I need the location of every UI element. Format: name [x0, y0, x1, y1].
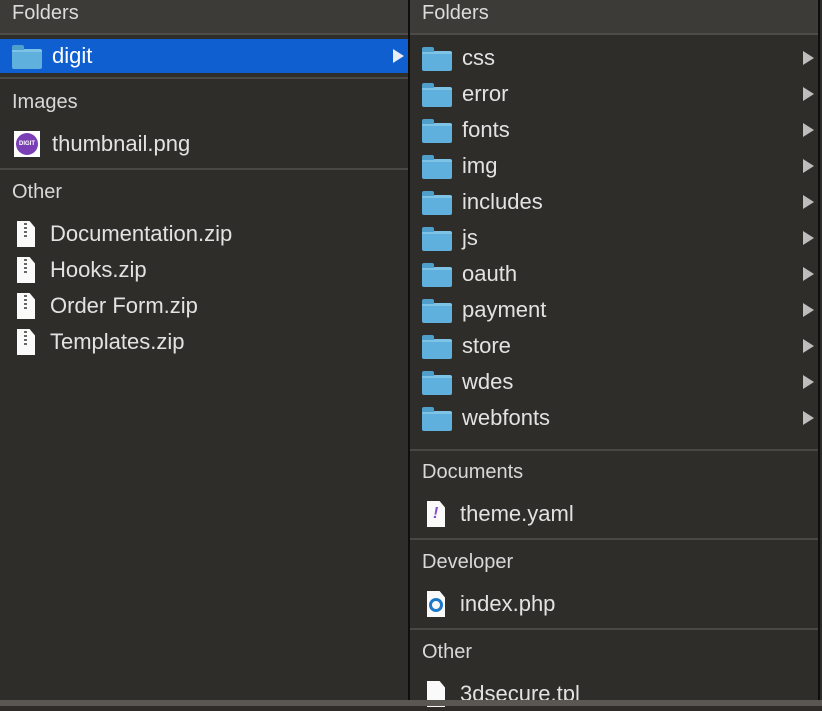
- file-label: thumbnail.png: [52, 131, 191, 156]
- horizontal-scrollbar[interactable]: [0, 700, 822, 706]
- folder-icon: [422, 406, 452, 431]
- chevron-right-icon: [803, 267, 814, 281]
- file-label: index.php: [460, 591, 556, 616]
- folder-icon: [422, 118, 452, 143]
- file-row[interactable]: Order Form.zip: [0, 289, 408, 323]
- folders-header: Folders: [410, 0, 818, 35]
- section-other: Other: [422, 641, 473, 663]
- divider: [410, 538, 818, 540]
- chevron-right-icon: [803, 231, 814, 245]
- folder-label: error: [462, 81, 509, 106]
- folder-row[interactable]: error: [410, 77, 818, 111]
- zip-file-icon: [17, 257, 35, 283]
- divider: [0, 168, 408, 170]
- file-row[interactable]: index.php: [410, 587, 818, 621]
- chevron-right-icon: [803, 195, 814, 209]
- folder-row[interactable]: oauth: [410, 257, 818, 291]
- chevron-right-icon: [803, 123, 814, 137]
- chevron-right-icon: [393, 49, 404, 63]
- folder-label: js: [462, 225, 478, 250]
- divider: [0, 77, 408, 79]
- divider: [410, 449, 818, 451]
- section-documents: Documents: [422, 461, 524, 483]
- folder-icon: [422, 370, 452, 395]
- divider: [410, 628, 818, 630]
- image-thumbnail-icon: DIGIT: [14, 131, 40, 157]
- folder-row[interactable]: webfonts: [410, 401, 818, 435]
- chevron-right-icon: [803, 159, 814, 173]
- file-row[interactable]: Hooks.zip: [0, 253, 408, 287]
- folder-row[interactable]: payment: [410, 293, 818, 327]
- section-other: Other: [12, 181, 63, 203]
- folder-icon: [422, 262, 452, 287]
- chevron-right-icon: [803, 339, 814, 353]
- file-label: Hooks.zip: [50, 257, 147, 282]
- file-label: Order Form.zip: [50, 293, 198, 318]
- file-row[interactable]: DIGIT thumbnail.png: [0, 127, 408, 161]
- folder-icon: [422, 226, 452, 251]
- folder-row[interactable]: js: [410, 221, 818, 255]
- folder-icon: [422, 82, 452, 107]
- folder-row[interactable]: img: [410, 149, 818, 183]
- chevron-right-icon: [803, 87, 814, 101]
- file-label: Templates.zip: [50, 329, 185, 354]
- right-column: Folders css error fonts img includes js oauth p…: [410, 0, 818, 707]
- file-row[interactable]: ! theme.yaml: [410, 497, 818, 531]
- folder-row[interactable]: includes: [410, 185, 818, 219]
- folder-icon: [422, 298, 452, 323]
- chevron-right-icon: [803, 303, 814, 317]
- file-row[interactable]: Documentation.zip: [0, 217, 408, 251]
- folder-label: webfonts: [462, 405, 551, 430]
- chevron-right-icon: [803, 375, 814, 389]
- folder-label: img: [462, 153, 498, 178]
- file-row[interactable]: Templates.zip: [0, 325, 408, 359]
- folder-row[interactable]: store: [410, 329, 818, 363]
- chevron-right-icon: [803, 411, 814, 425]
- zip-file-icon: [17, 293, 35, 319]
- file-label: Documentation.zip: [50, 221, 233, 246]
- folder-label: includes: [462, 189, 543, 214]
- folder-label: store: [462, 333, 511, 358]
- yaml-file-icon: !: [427, 501, 445, 527]
- left-column: Folders digit Images DIGIT thumbnail.png…: [0, 0, 408, 700]
- folders-header: Folders: [0, 0, 408, 35]
- section-images: Images: [12, 91, 78, 113]
- folder-label: oauth: [462, 261, 518, 286]
- folder-row[interactable]: wdes: [410, 365, 818, 399]
- file-label: theme.yaml: [460, 501, 574, 526]
- folder-label: fonts: [462, 117, 510, 142]
- folder-icon: [422, 154, 452, 179]
- folder-label: css: [462, 45, 495, 70]
- folder-label: digit: [52, 43, 93, 68]
- folder-label: payment: [462, 297, 547, 322]
- folder-row-digit[interactable]: digit: [0, 39, 408, 73]
- zip-file-icon: [17, 221, 35, 247]
- folder-row[interactable]: css: [410, 41, 818, 75]
- section-developer: Developer: [422, 551, 514, 573]
- folder-icon: [422, 334, 452, 359]
- folder-icon: [422, 190, 452, 215]
- php-file-icon: [427, 591, 445, 617]
- chevron-right-icon: [803, 51, 814, 65]
- folder-icon: [12, 44, 42, 69]
- column-divider[interactable]: [818, 0, 820, 706]
- folder-icon: [422, 46, 452, 71]
- folder-row[interactable]: fonts: [410, 113, 818, 147]
- zip-file-icon: [17, 329, 35, 355]
- folder-label: wdes: [462, 369, 514, 394]
